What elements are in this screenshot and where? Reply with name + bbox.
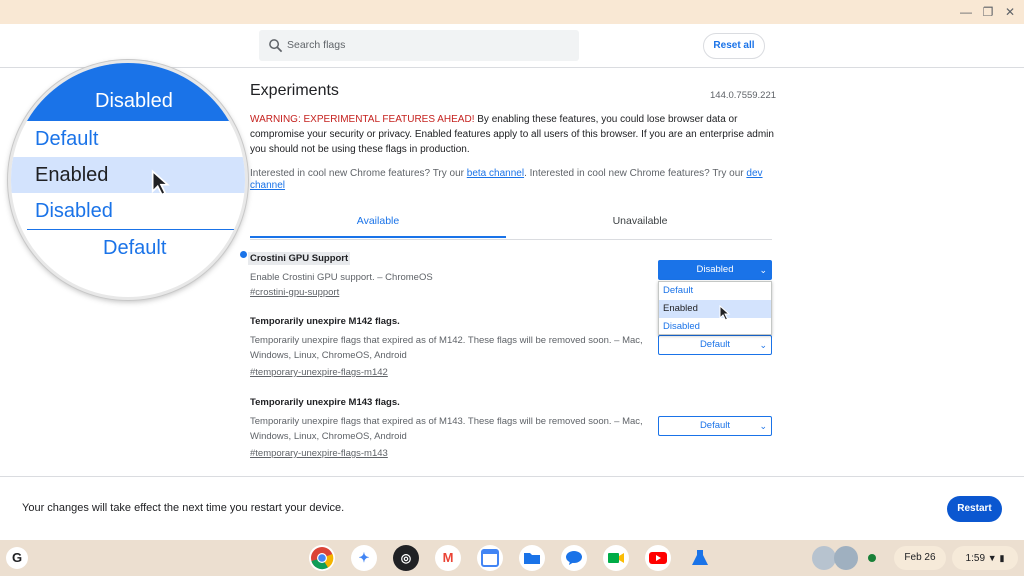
select-value: Default — [699, 420, 731, 431]
chevron-down-icon: ⌄ — [759, 265, 767, 275]
interest-text-1: Interested in cool new Chrome features? … — [250, 168, 467, 179]
restart-footer: Your changes will take effect the next t… — [0, 476, 1024, 540]
mouse-cursor-icon — [719, 305, 731, 321]
files-icon[interactable] — [519, 545, 545, 571]
warning-heading: WARNING: EXPERIMENTAL FEATURES AHEAD! — [250, 114, 475, 125]
launcher-button[interactable]: G — [6, 547, 28, 569]
chromeos-shelf: G ✦ ◎ M Feb 26 1:59 ▼ ▮ — [0, 540, 1024, 576]
clock: 1:59 — [965, 553, 986, 564]
experiment-description: Temporarily unexpire flags that expired … — [250, 335, 643, 361]
gemini-icon[interactable]: ✦ — [351, 545, 377, 571]
tab-available[interactable]: Available — [250, 214, 506, 238]
reset-all-button[interactable]: Reset all — [703, 33, 765, 59]
meet-icon[interactable] — [603, 545, 629, 571]
tab-divider — [250, 239, 772, 240]
warning-text: WARNING: EXPERIMENTAL FEATURES AHEAD! By… — [250, 112, 778, 157]
youtube-icon[interactable] — [645, 545, 671, 571]
close-icon[interactable]: ✕ — [1002, 4, 1018, 20]
search-icon — [269, 39, 283, 53]
crostini-gpu-select[interactable]: Disabled ⌄ — [658, 260, 772, 280]
option-disabled[interactable]: Disabled — [659, 318, 771, 336]
page-title: Experiments — [250, 82, 339, 99]
restore-icon[interactable]: ❐ — [980, 4, 996, 20]
search-placeholder: Search flags — [287, 39, 346, 51]
experiment-crostini-gpu: Crostini GPU Support Enable Crostini GPU… — [248, 248, 650, 298]
wifi-icon: ▼ — [987, 553, 997, 563]
magnified-option-enabled: Enabled — [11, 157, 245, 193]
gmail-icon[interactable]: M — [435, 545, 461, 571]
magnified-next-value: Default — [103, 237, 167, 259]
chrome-icon[interactable] — [309, 545, 335, 571]
search-input[interactable]: Search flags — [259, 30, 579, 61]
select-dropdown-list[interactable]: Default Enabled Disabled — [658, 281, 772, 335]
tab-unavailable[interactable]: Unavailable — [508, 214, 772, 238]
battery-icon: ▮ — [999, 553, 1005, 563]
experiment-description: Enable Crostini GPU support. – ChromeOS — [250, 272, 433, 283]
chevron-down-icon: ⌄ — [759, 421, 767, 431]
messages-icon[interactable] — [561, 545, 587, 571]
interest-text-2: . Interested in cool new Chrome features… — [524, 168, 747, 179]
experiment-unexpire-m142: Temporarily unexpire M142 flags. Tempora… — [250, 316, 650, 378]
experiment-name: Temporarily unexpire M143 flags. — [250, 397, 400, 408]
chevron-down-icon: ⌄ — [759, 340, 767, 350]
magnified-cursor-icon — [151, 169, 170, 196]
calendar-icon[interactable] — [477, 545, 503, 571]
select-value: Default — [699, 339, 731, 350]
experiment-link[interactable]: #temporary-unexpire-flags-m143 — [250, 448, 650, 459]
magnifier-overlay: Disabled Default Enabled Disabled Defaul… — [8, 60, 248, 300]
experiment-name: Temporarily unexpire M142 flags. — [250, 316, 400, 327]
restart-button[interactable]: Restart — [947, 496, 1002, 522]
option-default[interactable]: Default — [659, 282, 771, 300]
magnified-option-disabled: Disabled — [35, 200, 113, 222]
status-dot-icon — [868, 554, 876, 562]
unexpire-m143-select[interactable]: Default ⌄ — [658, 416, 772, 436]
select-value: Disabled — [696, 264, 734, 275]
magnified-select-value: Disabled — [95, 90, 173, 112]
channel-info: Interested in cool new Chrome features? … — [250, 168, 778, 192]
screenshot-thumbnail-2[interactable] — [834, 546, 858, 570]
version-label: 144.0.7559.221 — [710, 90, 777, 101]
experiment-name: Crostini GPU Support — [248, 252, 351, 265]
magnified-select: Disabled — [11, 63, 245, 121]
experiment-link[interactable]: #temporary-unexpire-flags-m142 — [250, 367, 650, 378]
magnified-next-select: Default — [11, 231, 245, 271]
minimize-icon[interactable]: — — [958, 4, 974, 20]
beta-channel-link[interactable]: beta channel — [467, 168, 524, 179]
status-tray[interactable]: 1:59 ▼ ▮ — [952, 546, 1018, 570]
flask-icon[interactable] — [687, 545, 713, 571]
restart-message: Your changes will take effect the next t… — [22, 502, 345, 514]
date-tray[interactable]: Feb 26 — [894, 546, 946, 570]
window-title-bar: — ❐ ✕ — [0, 0, 1024, 24]
podcast-icon[interactable]: ◎ — [393, 545, 419, 571]
unexpire-m142-select[interactable]: Default ⌄ — [658, 335, 772, 355]
experiment-unexpire-m143: Temporarily unexpire M143 flags. Tempora… — [250, 397, 650, 459]
experiment-link[interactable]: #crostini-gpu-support — [250, 287, 650, 298]
magnified-option-default: Default — [35, 128, 99, 150]
option-enabled[interactable]: Enabled — [659, 300, 771, 318]
screenshot-thumbnail-1[interactable] — [812, 546, 836, 570]
flags-header: Search flags Reset all — [0, 24, 1024, 68]
magnified-divider — [27, 229, 245, 230]
experiment-description: Temporarily unexpire flags that expired … — [250, 416, 643, 442]
